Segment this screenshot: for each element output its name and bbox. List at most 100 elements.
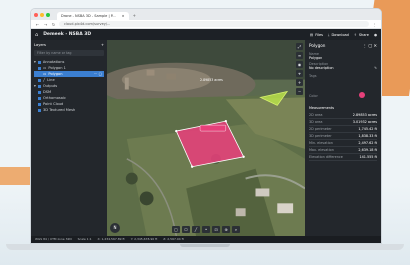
measure-icon[interactable]: ⊡ xyxy=(212,226,220,233)
output-item-mesh[interactable]: 3D Textured Mesh xyxy=(34,107,104,113)
line-tool-icon[interactable]: ╱ xyxy=(192,226,200,233)
measurement-key: Max. elevation xyxy=(309,148,334,152)
point-tool-icon[interactable]: • xyxy=(202,226,210,233)
measurement-key: 3D area xyxy=(309,120,323,124)
new-tab-icon[interactable]: + xyxy=(133,12,136,20)
status-item: X: 1,234,567.89 ft xyxy=(97,237,125,241)
add-layer-icon[interactable]: + xyxy=(101,43,104,47)
color-row: Color xyxy=(309,92,377,98)
measurement-value: 2,639.18 ft xyxy=(358,148,377,152)
measurement-key: 3D perimeter xyxy=(309,134,332,138)
laptop-hinge xyxy=(180,244,230,247)
inspector-panel: Polygon ⋮ ▢ ✕ Name Polygon Description N… xyxy=(305,40,381,236)
area-label: 2.89853 acres xyxy=(200,78,223,83)
color-label: Color xyxy=(309,94,318,98)
address-bar: ← → ↻ cloud.pix4d.com/survey/... ⋮ xyxy=(31,20,381,29)
measurement-row: Min. elevation 2,497.62 ft xyxy=(309,140,377,147)
zoom-icon[interactable]: ⊕ xyxy=(222,226,230,233)
share-button[interactable]: ⇪ Share xyxy=(354,33,369,37)
layers-icon[interactable]: ≡ xyxy=(296,52,303,59)
layers-panel: Layers + Filter by name or tag ▾ Annotat… xyxy=(31,40,107,236)
compass-icon[interactable]: N xyxy=(110,223,120,233)
3d-viewport[interactable]: 2.89853 acres ⤢ ≡ ◉ ⌖ + − N ▢ ⬠ ╱ • ⊡ ⊕ … xyxy=(107,40,305,236)
download-label: Download xyxy=(331,32,349,37)
browser-tab[interactable]: Drone - NSBA 3D - Sample | P... × xyxy=(57,12,129,20)
output-checkbox[interactable] xyxy=(38,102,41,106)
camera-icon[interactable]: ◉ xyxy=(296,61,303,68)
measurement-row: 2D perimeter 1,745.42 ft xyxy=(309,126,377,133)
fullscreen-icon[interactable]: ⤢ xyxy=(296,43,303,50)
measurements-title: Measurements xyxy=(309,106,335,110)
measurement-value: 2,497.62 ft xyxy=(358,141,377,145)
zoom-in-icon[interactable]: + xyxy=(296,79,303,86)
measurement-value: 2.89853 acres xyxy=(352,113,377,117)
share-label: Share xyxy=(358,32,369,37)
measurement-key: 2D perimeter xyxy=(309,127,332,131)
drawing-toolbar: ▢ ⬠ ╱ • ⊡ ⊕ ⌕ xyxy=(172,226,240,233)
outputs-checkbox[interactable] xyxy=(37,84,41,88)
inspector-header: Polygon ⋮ ▢ ✕ xyxy=(309,43,377,48)
forward-icon[interactable]: → xyxy=(43,22,48,27)
output-checkbox[interactable] xyxy=(38,90,41,94)
download-button[interactable]: ⤓ Download xyxy=(328,33,349,37)
measurement-key: Elevation difference xyxy=(309,155,343,159)
status-item: Y: 2,345,678.90 ft xyxy=(130,237,158,241)
output-checkbox[interactable] xyxy=(38,108,41,112)
layer-actions-icon[interactable]: ⋯ ▢ xyxy=(94,71,104,77)
browser-tab-bar: Drone - NSBA 3D - Sample | P... × + xyxy=(31,9,381,20)
chevron-down-icon[interactable]: ▾ xyxy=(34,59,36,65)
measurement-key: Min. elevation xyxy=(309,141,333,145)
measurement-row: Max. elevation 2,639.18 ft xyxy=(309,147,377,154)
annotations-checkbox[interactable] xyxy=(37,60,41,64)
back-icon[interactable]: ← xyxy=(35,22,40,27)
measurement-value: 141.555 ft xyxy=(359,155,377,159)
browser-window: Drone - NSBA 3D - Sample | P... × + ← → … xyxy=(30,8,382,244)
layers-header: Layers + xyxy=(34,43,104,47)
description-row: No description ✎ xyxy=(309,66,377,72)
project-title: Demeek - NSBA 3D xyxy=(43,32,92,37)
select-icon[interactable]: ▢ xyxy=(172,226,180,233)
layers-title: Layers xyxy=(34,43,46,47)
status-bar: WGS 84 / UTM zone 32N Scale 1:1 X: 1,234… xyxy=(31,236,381,243)
status-item: Z: 2,567.04 ft xyxy=(163,237,184,241)
measurement-key: 2D area xyxy=(309,113,323,117)
measurement-value: 1,745.42 ft xyxy=(358,127,377,131)
menu-dots-icon[interactable]: ⋮ xyxy=(372,22,377,27)
close-window-button[interactable] xyxy=(34,12,38,17)
layer-filter-input[interactable]: Filter by name or tag xyxy=(34,50,104,56)
chevron-down-icon[interactable]: ▾ xyxy=(34,83,36,89)
tags-label[interactable]: Tags xyxy=(309,74,377,78)
maximize-window-button[interactable] xyxy=(46,12,50,17)
status-item: Scale 1:1 xyxy=(77,237,92,241)
measurement-row: 2D area 2.89853 acres xyxy=(309,112,377,119)
layer-checkbox[interactable] xyxy=(38,72,41,76)
measurement-row: 3D area 3.01932 acres xyxy=(309,119,377,126)
status-item: WGS 84 / UTM zone 32N xyxy=(35,237,72,241)
files-button[interactable]: ▤ Files xyxy=(310,33,323,37)
layer-checkbox[interactable] xyxy=(38,66,41,70)
close-tab-icon[interactable]: × xyxy=(122,12,125,20)
output-checkbox[interactable] xyxy=(38,96,41,100)
polygon-tool-icon[interactable]: ⬠ xyxy=(182,226,190,233)
edit-icon[interactable]: ✎ xyxy=(374,66,377,72)
description-field[interactable]: No description xyxy=(309,66,334,70)
measurement-row: 3D perimeter 1,838.33 ft xyxy=(309,133,377,140)
zoom-out-icon[interactable]: − xyxy=(296,88,303,95)
browser-tab-title: Drone - NSBA 3D - Sample | P... xyxy=(61,14,116,18)
search-icon[interactable]: ⌕ xyxy=(232,226,240,233)
minimize-window-button[interactable] xyxy=(40,12,44,17)
inspector-actions-icon[interactable]: ⋮ ▢ ✕ xyxy=(363,43,377,48)
app-header: ⌂ Demeek - NSBA 3D ▤ Files ⤓ Download ⇪ … xyxy=(31,29,381,40)
color-swatch[interactable] xyxy=(359,92,365,98)
location-icon[interactable]: ⌖ xyxy=(296,70,303,77)
window-controls xyxy=(34,9,50,20)
url-field[interactable]: cloud.pix4d.com/survey/... xyxy=(59,21,369,27)
name-field[interactable]: Polygon xyxy=(309,56,377,60)
inspector-title: Polygon xyxy=(309,43,326,48)
layer-checkbox[interactable] xyxy=(38,78,41,82)
measurement-value: 1,838.33 ft xyxy=(358,134,377,138)
reload-icon[interactable]: ↻ xyxy=(51,22,56,27)
view-toolbar: ⤢ ≡ ◉ ⌖ + − xyxy=(296,43,303,95)
home-icon[interactable]: ⌂ xyxy=(35,32,38,38)
user-icon[interactable]: ● xyxy=(374,33,377,37)
